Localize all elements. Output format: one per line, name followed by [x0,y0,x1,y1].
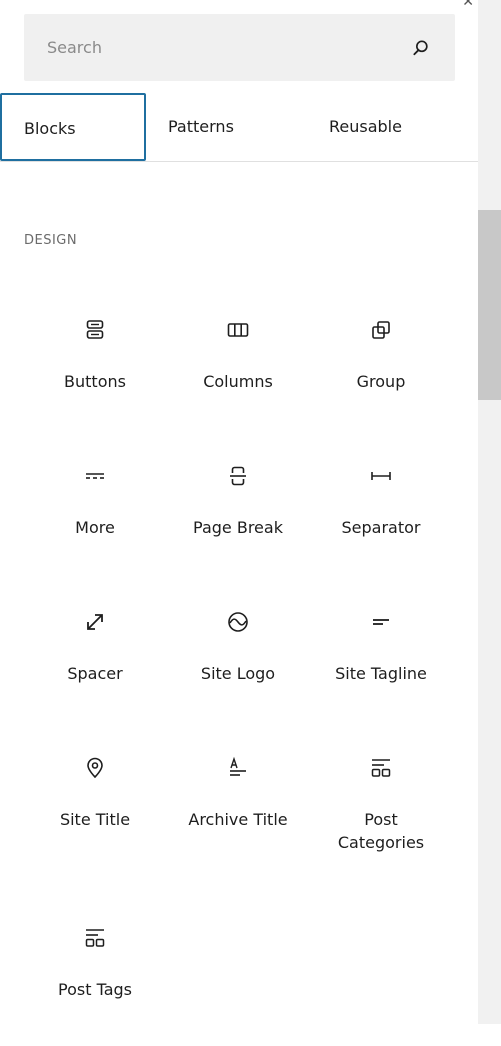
block-item-post-tags[interactable]: Post Tags [25,926,165,1046]
tab-patterns[interactable]: Patterns [146,93,292,161]
map-marker-icon [87,757,103,779]
block-item-site-tagline[interactable]: Site Tagline [311,610,451,730]
scrollbar-thumb[interactable] [478,210,501,400]
page-break-icon [230,466,246,486]
block-item-page-break[interactable]: Page Break [168,464,308,584]
separator-icon [371,472,391,480]
block-item-buttons[interactable]: Buttons [25,318,165,438]
block-label: Site Tagline [335,664,427,683]
search-box [24,14,455,81]
tab-blocks[interactable]: Blocks [0,93,146,161]
block-item-site-title[interactable]: Site Title [25,756,165,876]
block-label: Site Title [59,810,131,829]
archive-title-icon [230,756,246,776]
buttons-icon [86,320,104,339]
block-label: Columns [203,372,273,391]
tab-reusable[interactable]: Reusable [292,93,442,161]
search-input[interactable] [24,14,404,81]
columns-icon [227,323,249,337]
block-item-spacer[interactable]: Spacer [25,610,165,730]
block-label: More [75,518,115,537]
block-label: Spacer [67,664,123,683]
block-label: Post Categories [337,810,425,852]
site-logo-icon [228,612,248,632]
block-label: Page Break [193,518,283,537]
block-label: Post Tags [58,980,132,999]
more-icon [86,473,104,479]
spacer-icon [87,614,103,630]
inserter-tabs: Blocks Patterns Reusable [0,93,478,162]
site-tagline-icon [373,619,389,625]
block-label: Archive Title [188,810,288,829]
scrollbar-track[interactable] [478,0,501,1024]
block-item-archive-title[interactable]: Archive Title [168,756,308,876]
block-item-group[interactable]: Group [311,318,451,438]
block-label: Separator [341,518,421,537]
block-label: Buttons [64,372,126,391]
search-icon[interactable] [411,38,431,58]
category-heading: DESIGN [24,233,78,248]
post-categories-icon [371,759,391,777]
group-icon [372,321,390,339]
block-item-separator[interactable]: Separator [311,464,451,584]
block-inserter-panel: ✕ Blocks Patterns Reusable DESIGN Button… [0,0,478,1024]
block-item-more[interactable]: More [25,464,165,584]
block-label: Group [356,372,406,391]
block-item-post-categories[interactable]: Post Categories [311,756,451,876]
post-tags-icon [85,929,105,947]
block-item-site-logo[interactable]: Site Logo [168,610,308,730]
close-icon[interactable]: ✕ [462,0,474,10]
block-label: Site Logo [200,664,276,683]
block-item-columns[interactable]: Columns [168,318,308,438]
